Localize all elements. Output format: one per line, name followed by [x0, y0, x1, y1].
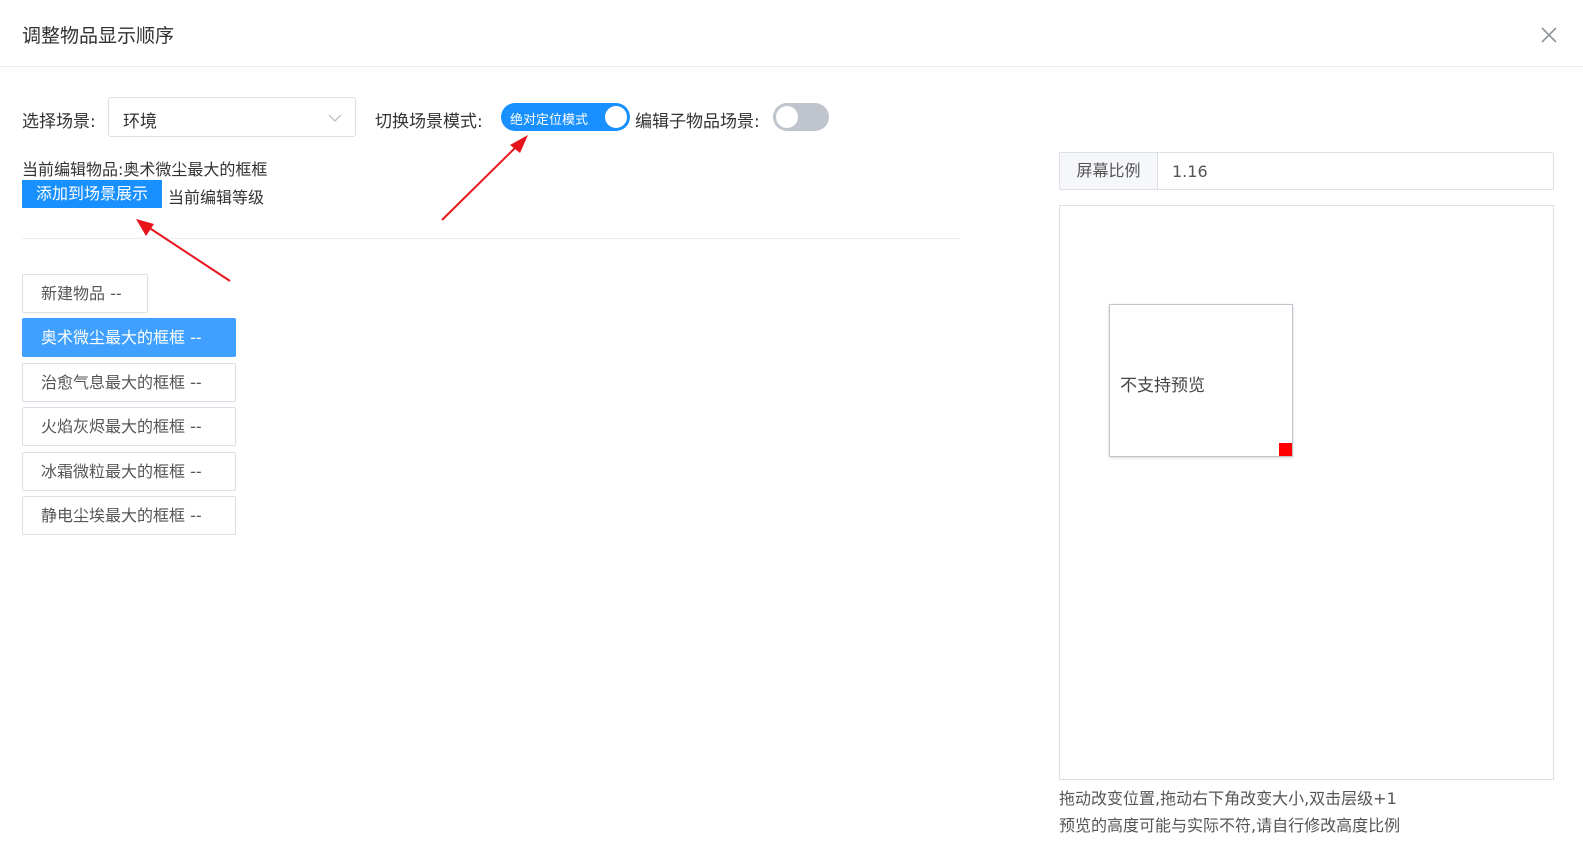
mode-label: 切换场景模式: [375, 112, 483, 132]
chevron-down-icon [327, 110, 343, 126]
hint-line-1: 拖动改变位置,拖动右下角改变大小,双击层级+1 [1059, 789, 1397, 808]
mode-switch-text: 绝对定位模式 [510, 113, 589, 128]
screen-ratio-input[interactable] [1172, 162, 1532, 181]
list-item[interactable]: 火焰灰烬最大的框框 -- [22, 407, 236, 446]
editing-item-name: 奥术微尘最大的框框 [123, 160, 268, 179]
list-item[interactable]: 新建物品 -- [22, 274, 148, 313]
list-item[interactable]: 冰霜微粒最大的框框 -- [22, 452, 236, 491]
level-label: 当前编辑等级 [168, 188, 265, 207]
screen-ratio-field: 屏幕比例 [1059, 152, 1554, 190]
add-to-scene-button[interactable]: 添加到场景展示 [22, 180, 162, 208]
editing-label: 当前编辑物品:奥术微尘最大的框框 [22, 156, 267, 180]
dialog-title: 调整物品显示顺序 [22, 25, 175, 47]
editing-label-text: 当前编辑物品: [22, 160, 124, 179]
mode-switch[interactable]: 绝对定位模式 [501, 103, 630, 131]
scene-select[interactable]: 环境 [108, 97, 356, 137]
annotation-arrow-add-button [136, 219, 231, 282]
preview-canvas: 不支持预览 [1059, 205, 1554, 780]
scene-select-value: 环境 [123, 112, 157, 132]
resize-handle[interactable] [1279, 443, 1292, 456]
screen-ratio-label: 屏幕比例 [1060, 153, 1158, 189]
child-scene-switch[interactable] [773, 103, 829, 131]
divider [22, 238, 960, 239]
switch-knob [605, 106, 627, 128]
dialog-header: 调整物品显示顺序 [0, 0, 1583, 67]
scene-label: 选择场景: [22, 112, 96, 132]
close-icon[interactable] [1536, 22, 1562, 48]
switch-knob [776, 106, 798, 128]
annotation-arrow-mode-switch [441, 135, 528, 221]
list-item[interactable]: 静电尘埃最大的框框 -- [22, 496, 236, 535]
child-scene-label: 编辑子物品场景: [635, 112, 760, 132]
list-item-active[interactable]: 奥术微尘最大的框框 -- [22, 318, 236, 357]
preview-item-text: 不支持预览 [1120, 376, 1205, 396]
list-item[interactable]: 治愈气息最大的框框 -- [22, 363, 236, 402]
preview-item-box[interactable]: 不支持预览 [1109, 304, 1293, 457]
hint-line-2: 预览的高度可能与实际不符,请自行修改高度比例 [1059, 816, 1401, 835]
